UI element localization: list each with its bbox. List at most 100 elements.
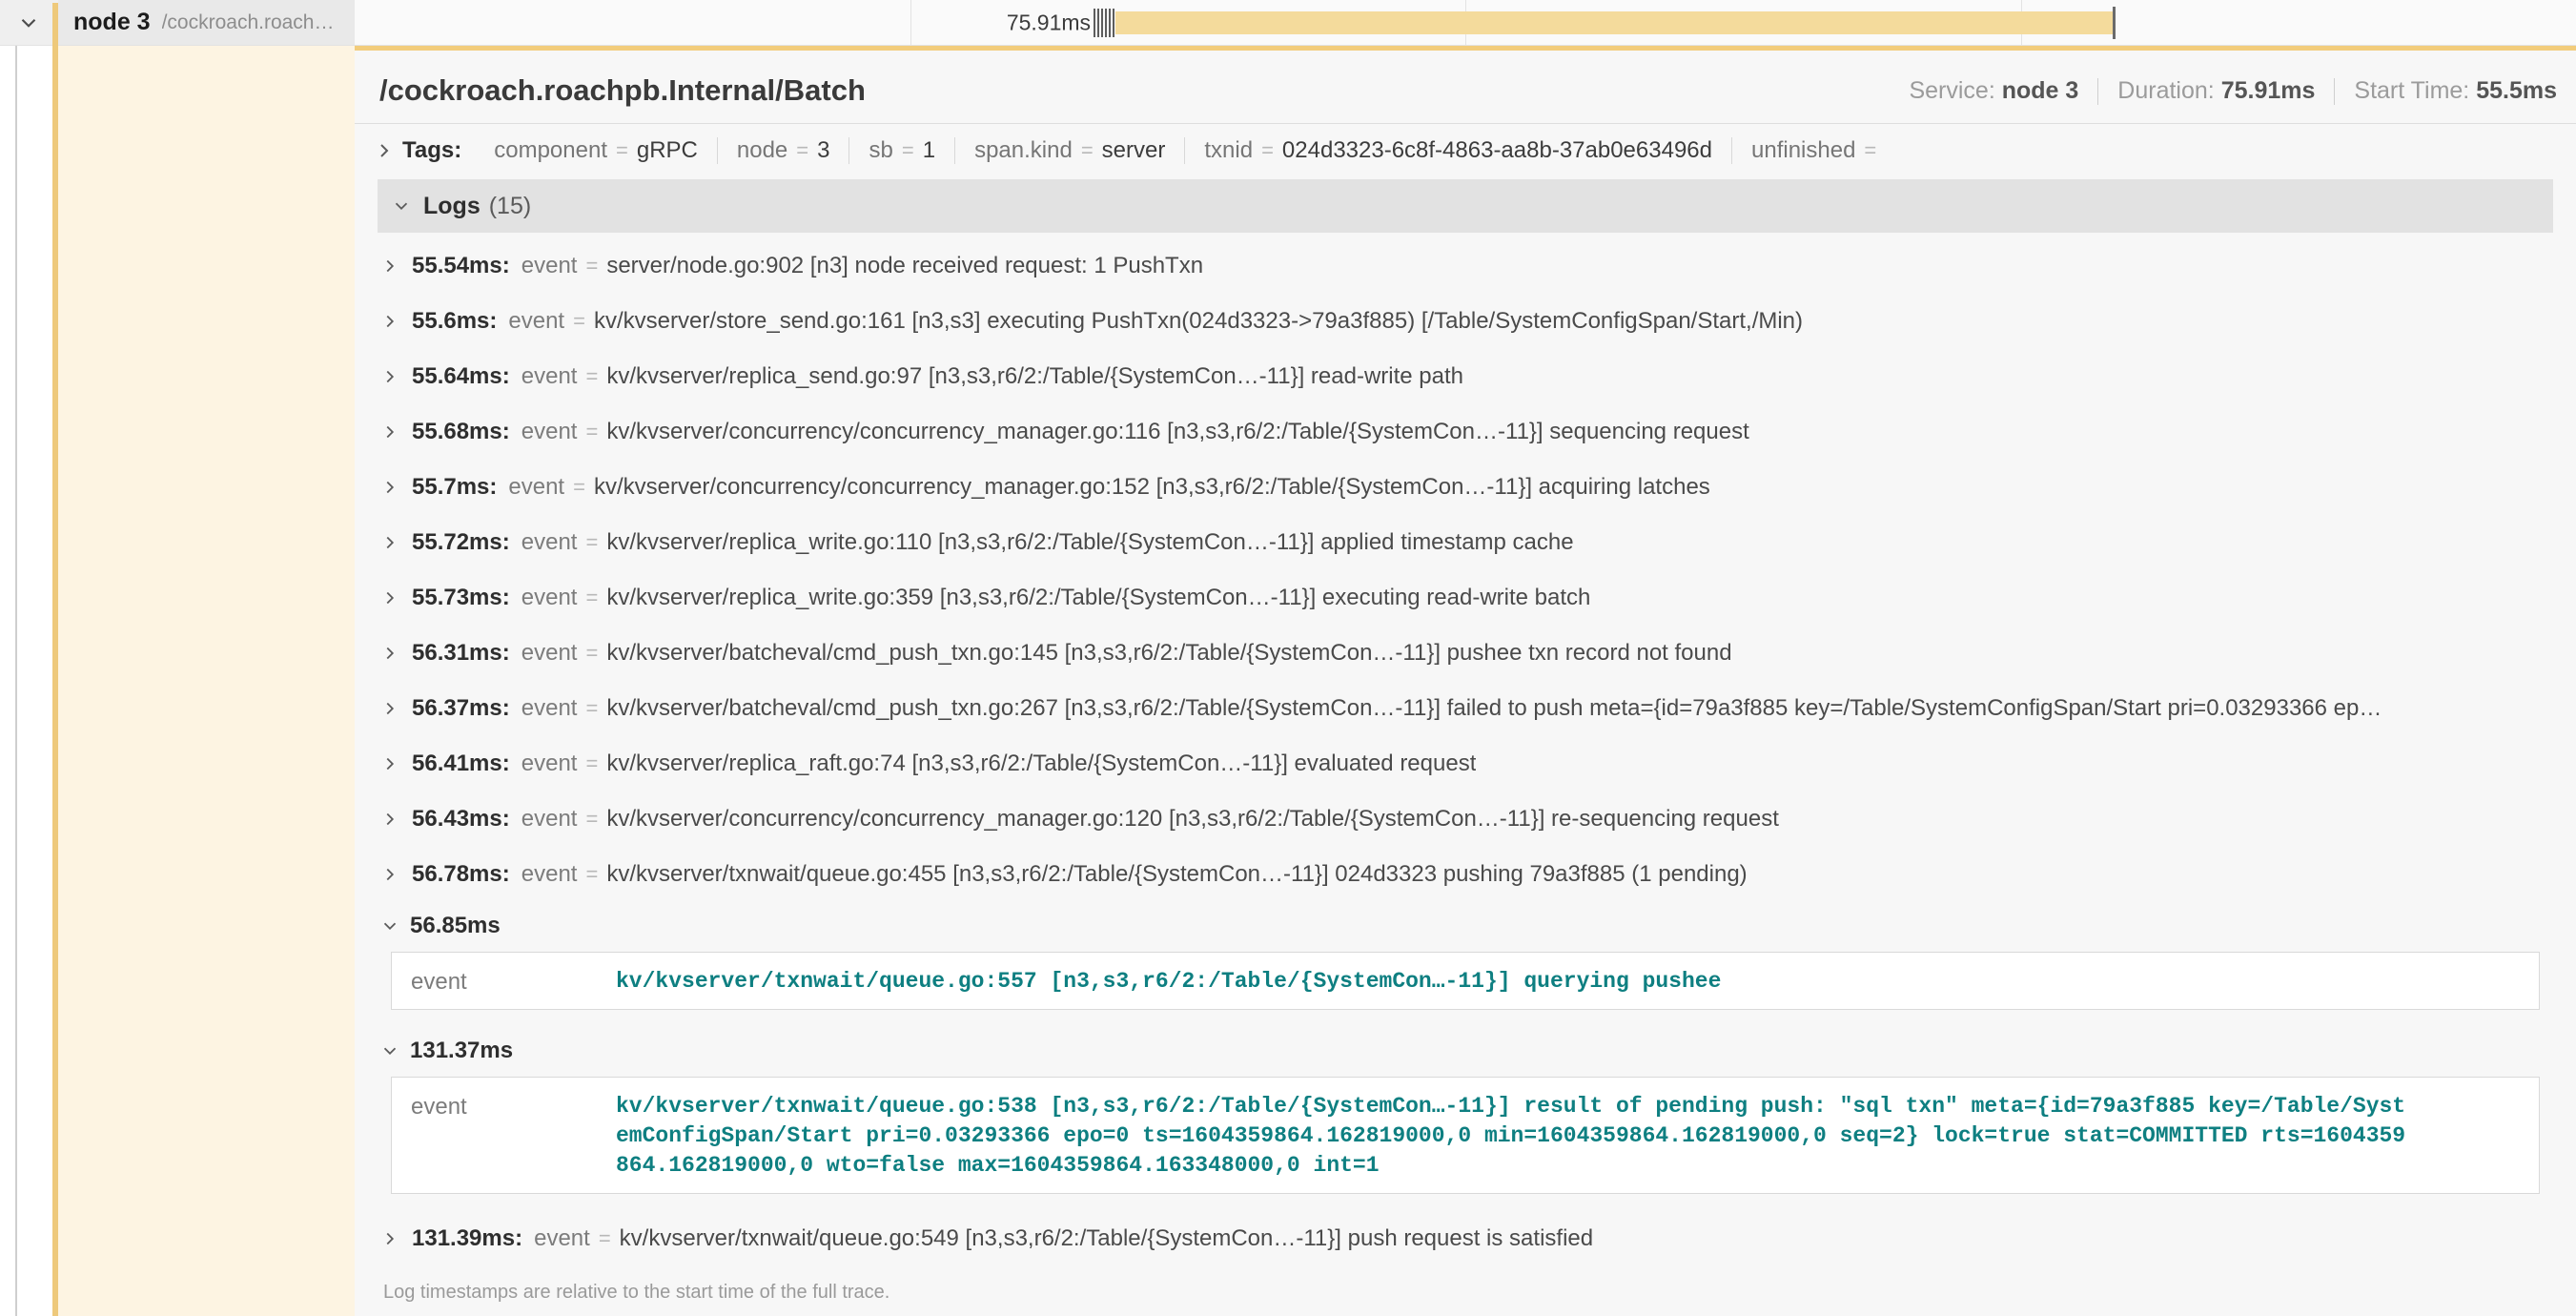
chevron-right-icon[interactable] <box>378 254 402 278</box>
log-row[interactable]: 56.41ms: event=kv/kvserver/replica_raft.… <box>378 736 2553 792</box>
log-field-key: event <box>521 640 578 667</box>
start-time-value: 55.5ms <box>2476 77 2557 104</box>
log-field-key: event <box>521 363 578 390</box>
log-entry: event=kv/kvserver/batcheval/cmd_push_txn… <box>521 640 1732 667</box>
span-service-name: node 3 <box>73 9 151 36</box>
log-row[interactable]: 55.73ms: event=kv/kvserver/replica_write… <box>378 570 2553 626</box>
span-row[interactable]: node 3 /cockroach.roach… 75.91ms <box>0 0 2576 46</box>
log-entry: event=kv/kvserver/replica_raft.go:74 [n3… <box>521 751 1477 777</box>
chevron-right-icon[interactable] <box>378 475 402 500</box>
chevron-right-icon[interactable] <box>378 641 402 666</box>
log-field-value: kv/kvserver/replica_write.go:359 [n3,s3,… <box>606 585 1590 611</box>
log-row[interactable]: 131.39ms: event=kv/kvserver/txnwait/queu… <box>378 1211 2553 1266</box>
equals-sign: = <box>616 138 628 163</box>
timeline-track: 75.91ms <box>355 0 2576 45</box>
chevron-right-icon[interactable] <box>378 1226 402 1251</box>
log-timestamp: 56.43ms: <box>412 806 510 833</box>
equals-sign: = <box>585 254 598 278</box>
log-field-value: kv/kvserver/txnwait/queue.go:557 [n3,s3,… <box>616 967 1721 997</box>
meta-separator <box>2097 78 2098 105</box>
equals-sign: = <box>599 1226 611 1251</box>
tag-txnid: txnid=024d3323-6c8f-4863-aa8b-37ab0e6349… <box>1185 137 1732 164</box>
log-entry: event=kv/kvserver/txnwait/queue.go:549 [… <box>534 1225 1593 1252</box>
log-timestamp: 56.37ms: <box>412 695 510 722</box>
tag-key: node <box>737 137 787 164</box>
log-row[interactable]: 56.78ms: event=kv/kvserver/txnwait/queue… <box>378 847 2553 902</box>
service-meta: Service: node 3 <box>1909 77 2078 105</box>
tag-value: 024d3323-6c8f-4863-aa8b-37ab0e63496d <box>1282 137 1712 164</box>
log-entry: event=kv/kvserver/replica_send.go:97 [n3… <box>521 363 1463 390</box>
chevron-down-icon[interactable] <box>16 10 41 35</box>
tag-span-kind: span.kind=server <box>955 137 1185 164</box>
log-row[interactable]: 55.64ms: event=kv/kvserver/replica_send.… <box>378 349 2553 404</box>
tag-value: 1 <box>923 137 935 164</box>
chevron-right-icon[interactable] <box>378 420 402 444</box>
log-row[interactable]: 56.31ms: event=kv/kvserver/batcheval/cmd… <box>378 626 2553 681</box>
log-timestamp: 55.7ms: <box>412 474 497 501</box>
log-row-expanded-header[interactable]: 131.37ms <box>378 1027 2553 1075</box>
log-row[interactable]: 55.6ms: event=kv/kvserver/store_send.go:… <box>378 294 2553 349</box>
log-timestamp: 55.68ms: <box>412 419 510 445</box>
equals-sign: = <box>585 807 598 832</box>
log-field-value: server/node.go:902 [n3] node received re… <box>606 253 1203 279</box>
chevron-right-icon[interactable] <box>378 751 402 776</box>
log-timestamp: 56.85ms <box>410 913 501 939</box>
log-timestamp: 131.37ms <box>410 1038 513 1064</box>
log-row-expanded-header[interactable]: 56.85ms <box>378 902 2553 950</box>
chevron-right-icon[interactable] <box>378 807 402 832</box>
log-row[interactable]: 56.37ms: event=kv/kvserver/batcheval/cmd… <box>378 681 2553 736</box>
log-field-value: kv/kvserver/concurrency/concurrency_mana… <box>594 474 1710 501</box>
log-row[interactable]: 55.68ms: event = kv/kvserver/concurrency/c… <box>378 404 2553 460</box>
log-timestamp: 56.31ms: <box>412 640 510 667</box>
chevron-right-icon[interactable] <box>372 138 397 163</box>
equals-sign: = <box>585 641 598 666</box>
log-entry: event=kv/kvserver/replica_write.go:110 [… <box>521 529 1574 556</box>
log-timestamp: 131.39ms: <box>412 1225 522 1252</box>
log-marker-tick <box>1113 9 1114 37</box>
log-field-key: event <box>521 751 578 777</box>
chevron-right-icon[interactable] <box>378 364 402 389</box>
log-row[interactable]: 55.7ms: event=kv/kvserver/concurrency/co… <box>378 460 2553 515</box>
chevron-right-icon[interactable] <box>378 696 402 721</box>
tag-sb: sb=1 <box>849 137 955 164</box>
log-field-key: event <box>521 419 578 445</box>
log-field-key: event <box>411 1092 616 1181</box>
log-field-value: kv/kvserver/concurrency/concurrency_mana… <box>606 806 1779 833</box>
log-field-key: event <box>521 253 578 279</box>
chevron-right-icon[interactable] <box>378 862 402 887</box>
chevron-down-icon[interactable] <box>389 194 414 218</box>
chevron-right-icon[interactable] <box>378 586 402 610</box>
equals-sign: = <box>573 309 585 334</box>
span-duration-bar[interactable] <box>1115 11 2113 34</box>
log-field-value: kv/kvserver/txnwait/queue.go:549 [n3,s3,… <box>620 1225 1593 1252</box>
chevron-right-icon[interactable] <box>378 530 402 555</box>
log-marker-tick <box>1097 9 1099 37</box>
log-field-value: kv/kvserver/concurrency/concurrency_mana… <box>606 419 1748 445</box>
chevron-down-icon[interactable] <box>378 1038 402 1063</box>
log-field-key: event <box>411 967 616 997</box>
log-entry: event=kv/kvserver/txnwait/queue.go:455 [… <box>521 861 1748 888</box>
timeline-gridline <box>910 0 911 45</box>
log-timestamp: 56.41ms: <box>412 751 510 777</box>
tag-key: unfinished <box>1751 137 1855 164</box>
log-timestamp: 55.54ms: <box>412 253 510 279</box>
logs-accordion-header[interactable]: Logs (15) <box>378 179 2553 233</box>
log-timestamp: 55.72ms: <box>412 529 510 556</box>
log-row[interactable]: 55.54ms: event = server/node.go:902 [n3] n… <box>378 238 2553 294</box>
log-row[interactable]: 55.72ms: event=kv/kvserver/replica_write… <box>378 515 2553 570</box>
span-detail-header: /cockroach.roachpb.Internal/Batch Servic… <box>355 51 2576 124</box>
log-row[interactable]: 56.43ms: event=kv/kvserver/concurrency/c… <box>378 792 2553 847</box>
log-marker-tick <box>1105 9 1107 37</box>
log-field-value: kv/kvserver/replica_send.go:97 [n3,s3,r6… <box>606 363 1463 390</box>
log-field-value: kv/kvserver/txnwait/queue.go:538 [n3,s3,… <box>616 1092 2408 1181</box>
equals-sign: = <box>585 530 598 555</box>
chevron-right-icon[interactable] <box>378 309 402 334</box>
tags-accordion[interactable]: Tags: component=gRPC node=3 sb=1 span.ki… <box>355 124 2576 179</box>
span-collapse-gutter[interactable] <box>0 0 58 45</box>
chevron-down-icon[interactable] <box>378 914 402 938</box>
log-timestamp: 55.64ms: <box>412 363 510 390</box>
equals-sign: = <box>585 420 598 444</box>
span-name-cell[interactable]: node 3 /cockroach.roach… <box>58 0 355 45</box>
equals-sign: = <box>796 138 808 163</box>
log-entry: event=kv/kvserver/replica_write.go:359 [… <box>521 585 1591 611</box>
